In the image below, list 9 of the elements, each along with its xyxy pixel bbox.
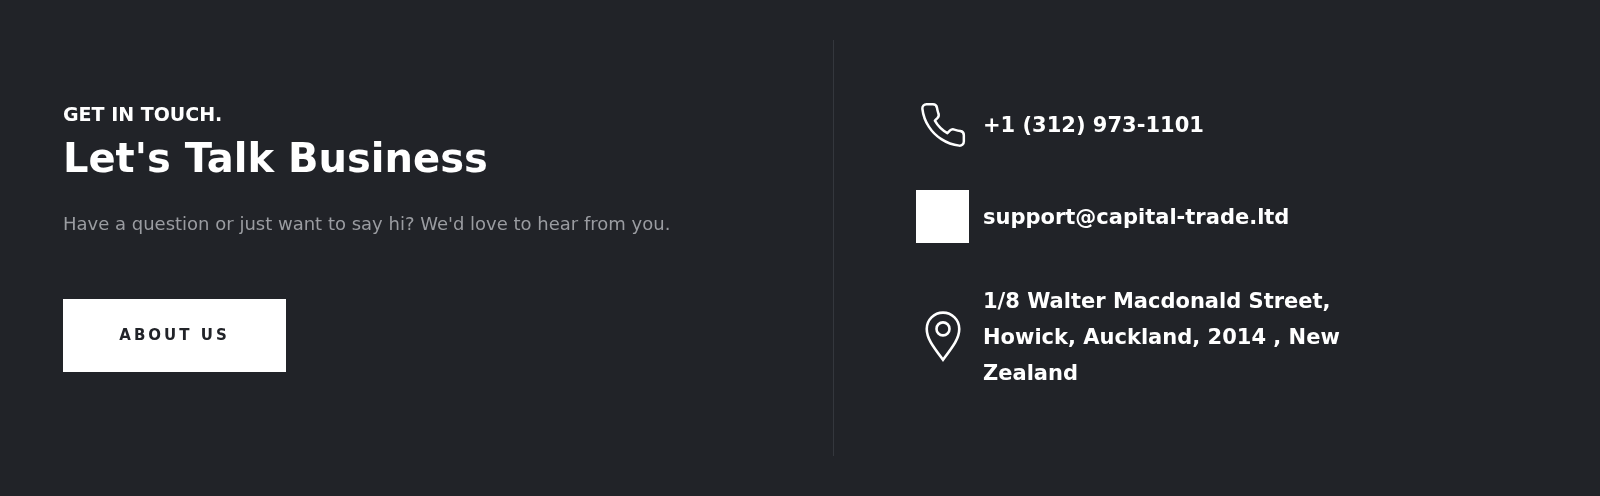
phone-number: +1 (312) 973-1101	[983, 112, 1205, 139]
intro-paragraph: Have a question or just want to say hi? We'd love to hear from you.	[63, 211, 672, 236]
about-us-button[interactable]: ABOUT US	[63, 298, 286, 372]
eyebrow-text: GET IN TOUCH.	[63, 102, 224, 127]
square-icon	[916, 190, 969, 243]
map-pin-icon	[922, 311, 963, 363]
postal-address: 1/8 Walter Macdonald Street, Howick, Auckland, 2014 , New Zealand	[983, 288, 1341, 387]
heading: Let's Talk Business	[63, 133, 489, 183]
email-address: support@capital-trade.ltd	[983, 203, 1291, 231]
